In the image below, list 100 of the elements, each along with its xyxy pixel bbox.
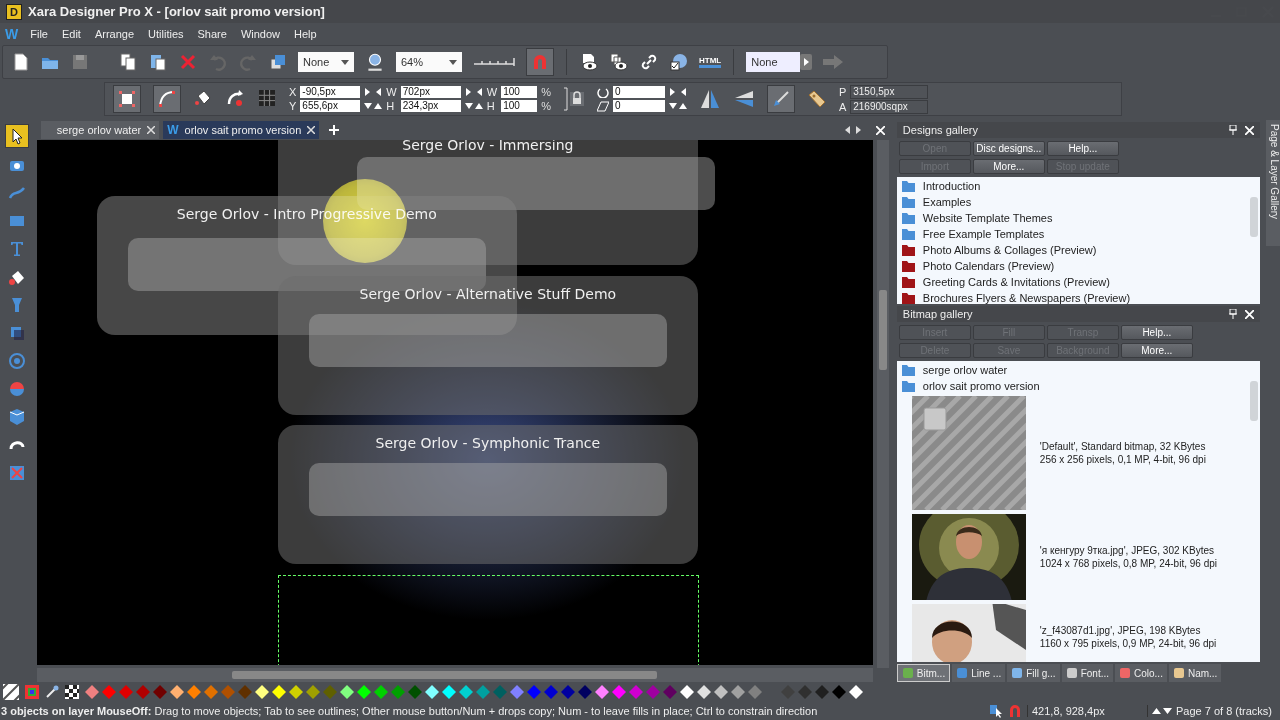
width-field[interactable]: 702px: [400, 86, 461, 98]
gallery-button[interactable]: Help...: [1120, 325, 1193, 340]
color-swatch[interactable]: [323, 685, 337, 699]
grid-icon[interactable]: [257, 88, 277, 108]
scale-height-field[interactable]: 100: [501, 100, 538, 112]
spin-arrows-icon[interactable]: [364, 88, 383, 96]
pin-icon[interactable]: [1229, 309, 1238, 319]
tag-icon[interactable]: [806, 89, 827, 109]
globe-check-icon[interactable]: [669, 52, 689, 72]
close-icon[interactable]: [147, 126, 156, 134]
color-swatch[interactable]: [663, 685, 677, 699]
color-swatch[interactable]: [238, 685, 252, 699]
add-tab-icon[interactable]: [329, 125, 340, 135]
gallery-item[interactable]: Free Example Templates: [922, 228, 1045, 240]
gallery-folder[interactable]: serge orlov water: [922, 364, 1008, 376]
no-color-icon[interactable]: [3, 684, 19, 700]
link-dropdown[interactable]: None: [746, 52, 801, 72]
eyedropper-icon[interactable]: [45, 685, 59, 699]
color-swatch[interactable]: [136, 685, 150, 699]
color-swatch[interactable]: [204, 685, 218, 699]
color-picker-icon[interactable]: [25, 685, 39, 699]
color-swatch[interactable]: [374, 685, 388, 699]
checker-icon[interactable]: [65, 685, 79, 699]
color-swatch[interactable]: [493, 685, 507, 699]
close-icon[interactable]: [307, 126, 316, 134]
bezier-curve-icon[interactable]: [157, 89, 177, 109]
spin-arrows-icon[interactable]: [668, 88, 687, 96]
document-tab[interactable]: serge orlov water: [40, 121, 160, 139]
color-swatch[interactable]: [289, 685, 303, 699]
spin-arrows-icon[interactable]: [668, 102, 687, 110]
gallery-tab[interactable]: Bitm...: [896, 664, 951, 682]
gallery-tab[interactable]: Line ...: [952, 664, 1006, 682]
menu-item[interactable]: Share: [197, 28, 227, 40]
side-gallery-tab[interactable]: Page & Layer Gallery: [1266, 120, 1280, 246]
selector-icon[interactable]: [117, 89, 137, 109]
save-icon[interactable]: [70, 52, 90, 72]
color-swatch[interactable]: [578, 685, 592, 699]
color-swatch[interactable]: [510, 685, 524, 699]
color-swatch[interactable]: [221, 685, 235, 699]
color-swatch[interactable]: [255, 685, 269, 699]
selector-status-icon[interactable]: [989, 704, 1003, 718]
gallery-item[interactable]: Introduction: [922, 180, 981, 192]
gallery-item[interactable]: Photo Albums & Collages (Preview): [922, 244, 1097, 256]
contour-icon[interactable]: [6, 351, 27, 371]
color-swatch[interactable]: [85, 685, 99, 699]
preview-eye-icon[interactable]: [579, 52, 599, 72]
link-icon[interactable]: [639, 52, 659, 72]
gallery-tab[interactable]: Font...: [1061, 664, 1113, 682]
color-swatch[interactable]: [561, 685, 575, 699]
zoom-dropdown[interactable]: 64%: [396, 52, 462, 72]
color-swatch[interactable]: [425, 685, 439, 699]
color-swatch[interactable]: [527, 685, 541, 699]
vertical-scrollbar[interactable]: [876, 140, 889, 668]
color-swatch[interactable]: [697, 685, 711, 699]
scroll-tabs-icon[interactable]: [843, 126, 862, 134]
gallery-button[interactable]: More...: [972, 159, 1045, 174]
gallery-button[interactable]: Disc designs...: [972, 141, 1045, 156]
color-swatch[interactable]: [815, 685, 829, 699]
menu-item[interactable]: Edit: [61, 28, 81, 40]
color-swatch[interactable]: [272, 685, 286, 699]
page-arrows-icon[interactable]: [1152, 707, 1172, 715]
gallery-item[interactable]: Greeting Cards & Invitations (Preview): [922, 276, 1110, 288]
color-swatch[interactable]: [680, 685, 694, 699]
color-swatch[interactable]: [629, 685, 643, 699]
pin-icon[interactable]: [1229, 125, 1238, 135]
gallery-item[interactable]: Examples: [922, 196, 972, 208]
scale-width-field[interactable]: 100: [501, 86, 538, 98]
horizontal-scrollbar[interactable]: [36, 668, 873, 682]
menu-item[interactable]: File: [30, 28, 48, 40]
gallery-button[interactable]: Help...: [1046, 141, 1119, 156]
gallery-item[interactable]: Photo Calendars (Preview): [922, 260, 1055, 272]
color-swatch[interactable]: [544, 685, 558, 699]
menu-item[interactable]: Help: [294, 28, 317, 40]
menu-item[interactable]: Arrange: [94, 28, 135, 40]
play-button[interactable]: [800, 54, 813, 70]
height-field[interactable]: 234,3px: [400, 100, 461, 112]
color-swatch[interactable]: [798, 685, 812, 699]
color-swatch[interactable]: [442, 685, 456, 699]
spin-arrows-icon[interactable]: [464, 102, 483, 110]
gallery-tab[interactable]: Colo...: [1115, 664, 1167, 682]
color-swatch[interactable]: [714, 685, 728, 699]
color-swatch[interactable]: [646, 685, 660, 699]
gallery-item[interactable]: Website Template Themes: [922, 212, 1053, 224]
color-swatch[interactable]: [731, 685, 745, 699]
gallery-item[interactable]: Brochures Flyers & Newspapers (Preview): [922, 292, 1131, 304]
menu-item[interactable]: Window: [240, 28, 280, 40]
color-swatch[interactable]: [408, 685, 422, 699]
flip-horizontal-icon[interactable]: [698, 88, 721, 110]
x-field[interactable]: -90,5px: [300, 86, 361, 98]
rotation-field[interactable]: 0: [612, 86, 665, 98]
arrange-icon[interactable]: [268, 52, 288, 72]
gallery-button[interactable]: More...: [1120, 343, 1193, 358]
color-swatch[interactable]: [119, 685, 133, 699]
color-swatch[interactable]: [612, 685, 626, 699]
spin-arrows-icon[interactable]: [364, 102, 383, 110]
fill-bucket-icon[interactable]: [193, 88, 213, 108]
color-swatch[interactable]: [102, 685, 116, 699]
document-tab[interactable]: W orlov sait promo version: [163, 121, 320, 139]
color-swatch[interactable]: [849, 685, 863, 699]
spin-arrows-icon[interactable]: [464, 88, 483, 96]
